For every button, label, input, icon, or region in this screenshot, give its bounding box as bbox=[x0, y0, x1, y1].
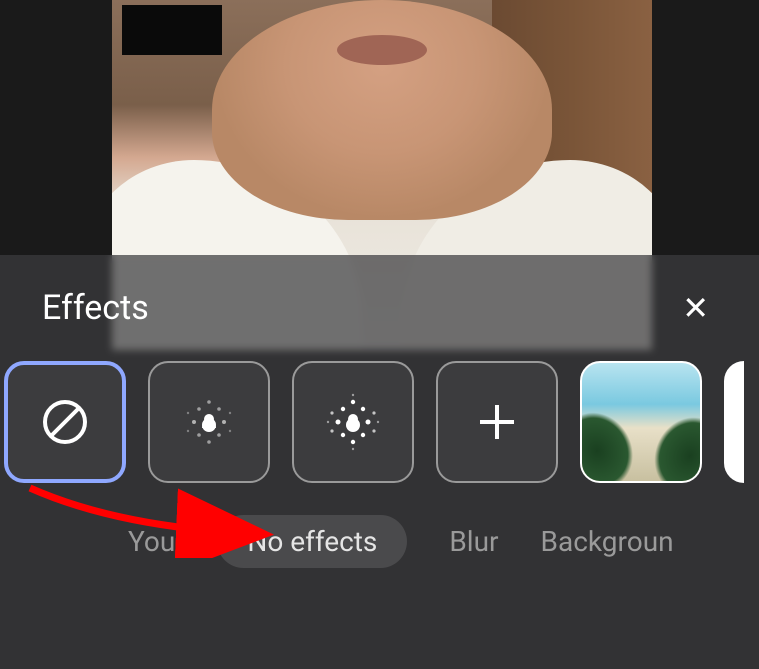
effect-tile-none[interactable] bbox=[4, 361, 126, 483]
lips bbox=[337, 35, 427, 65]
blur-light-icon bbox=[174, 387, 244, 457]
chip-backgrounds[interactable]: Backgroun bbox=[541, 525, 674, 558]
effect-tile-next-bg[interactable] bbox=[724, 361, 744, 483]
palm-decoration bbox=[641, 405, 702, 483]
effect-tile-beach-bg[interactable] bbox=[580, 361, 702, 483]
person-face bbox=[212, 0, 552, 220]
tv-bg-element bbox=[122, 5, 222, 55]
chip-you[interactable]: You bbox=[128, 525, 175, 558]
plus-icon bbox=[476, 401, 518, 443]
chip-no-effects[interactable]: No effects bbox=[217, 515, 407, 568]
palm-decoration bbox=[580, 399, 647, 483]
effect-tile-add[interactable] bbox=[436, 361, 558, 483]
close-icon: ✕ bbox=[682, 290, 709, 326]
effect-category-chips: You No effects Blur Backgroun bbox=[0, 483, 759, 568]
effects-panel: Effects ✕ bbox=[0, 255, 759, 669]
effect-tiles-row bbox=[0, 361, 759, 483]
effects-header: Effects ✕ bbox=[0, 285, 759, 331]
chip-blur[interactable]: Blur bbox=[449, 525, 498, 558]
blur-strong-icon bbox=[318, 387, 388, 457]
no-effect-icon bbox=[41, 398, 89, 446]
effect-tile-blur-light[interactable] bbox=[148, 361, 270, 483]
close-button[interactable]: ✕ bbox=[674, 285, 717, 331]
effect-tile-blur-strong[interactable] bbox=[292, 361, 414, 483]
effects-title: Effects bbox=[42, 288, 149, 328]
